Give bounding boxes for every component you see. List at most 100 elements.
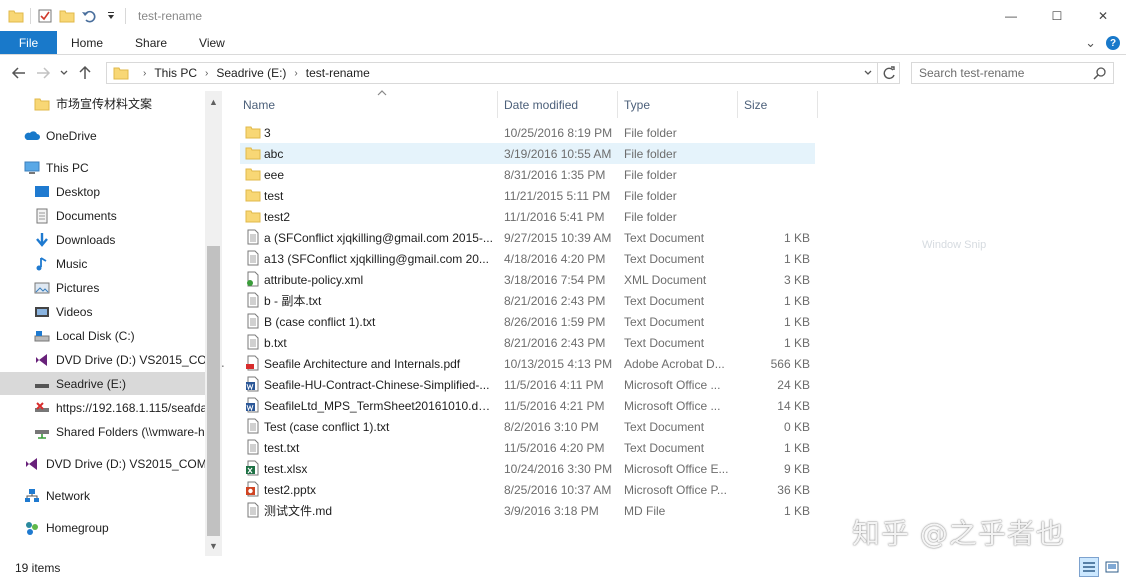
file-row[interactable]: Seafile Architecture and Internals.pdf 10… bbox=[240, 353, 814, 374]
column-header-size[interactable]: Size bbox=[738, 91, 818, 118]
file-type: Text Document bbox=[624, 314, 705, 329]
file-row[interactable]: B (case conflict 1).txt 8/26/2016 1:59 PM… bbox=[240, 311, 814, 332]
minimize-button[interactable]: — bbox=[988, 0, 1034, 31]
nav-item-marketing-folder[interactable]: 市场宣传材料文案 bbox=[34, 92, 152, 115]
nav-item-dvd-drive-root[interactable]: DVD Drive (D:) VS2015_COM_E bbox=[24, 452, 205, 475]
file-row[interactable]: 3 10/25/2016 8:19 PM File folder bbox=[240, 122, 814, 143]
nav-item-seadrive[interactable]: Seadrive (E:) bbox=[0, 372, 205, 395]
file-row[interactable]: test2 11/1/2016 5:41 PM File folder bbox=[240, 206, 814, 227]
undo-icon[interactable] bbox=[81, 8, 97, 24]
search-icon[interactable] bbox=[1093, 66, 1107, 83]
nav-item-dvd-drive[interactable]: DVD Drive (D:) VS2015_COM_ bbox=[34, 348, 223, 371]
nav-item-label: DVD Drive (D:) VS2015_COM_ bbox=[56, 352, 224, 367]
file-row[interactable]: Seafile-HU-Contract-Chinese-Simplified-.… bbox=[240, 374, 814, 395]
breadcrumb-this-pc[interactable]: This PC bbox=[154, 66, 197, 80]
file-row[interactable]: attribute-policy.xml 3/18/2016 7:54 PM XML… bbox=[240, 269, 814, 290]
recent-locations-button[interactable] bbox=[55, 61, 73, 85]
file-row[interactable]: test 11/21/2015 5:11 PM File folder bbox=[240, 185, 814, 206]
details-view-button[interactable] bbox=[1079, 557, 1099, 577]
file-row[interactable]: a13 (SFConflict xjqkilling@gmail.com 20.… bbox=[240, 248, 814, 269]
help-icon[interactable]: ? bbox=[1106, 36, 1120, 50]
breadcrumb-test-rename[interactable]: test-rename bbox=[306, 66, 370, 80]
file-date-modified: 8/21/2016 2:43 PM bbox=[504, 293, 606, 308]
new-folder-icon[interactable] bbox=[59, 8, 75, 24]
file-date-modified: 10/25/2016 8:19 PM bbox=[504, 125, 613, 140]
nav-item-onedrive[interactable]: OneDrive bbox=[24, 124, 97, 147]
file-row[interactable]: eee 8/31/2016 1:35 PM File folder bbox=[240, 164, 814, 185]
file-date-modified: 9/27/2015 10:39 AM bbox=[504, 230, 612, 245]
text-file-icon bbox=[245, 313, 261, 329]
nav-item-shared-folders[interactable]: Shared Folders (\\vmware-host bbox=[34, 420, 205, 443]
nav-item-this-pc[interactable]: This PC bbox=[24, 156, 89, 179]
up-button[interactable] bbox=[73, 61, 97, 85]
file-size: 1 KB bbox=[783, 230, 810, 245]
nav-item-downloads[interactable]: Downloads bbox=[34, 228, 115, 251]
column-header-date[interactable]: Date modified bbox=[498, 91, 618, 118]
file-row[interactable]: abc 3/19/2016 10:55 AM File folder bbox=[240, 143, 815, 164]
address-history-dropdown[interactable] bbox=[859, 63, 877, 83]
nav-item-desktop[interactable]: Desktop bbox=[34, 180, 100, 203]
file-row[interactable]: 测试文件.md 3/9/2016 3:18 PM MD File 1 KB bbox=[240, 500, 814, 521]
file-row[interactable]: SeafileLtd_MPS_TermSheet20161010.docx 11/… bbox=[240, 395, 814, 416]
column-header-type[interactable]: Type bbox=[618, 91, 738, 118]
search-input[interactable] bbox=[919, 66, 1089, 80]
file-type: File folder bbox=[624, 188, 677, 203]
navigation-pane: 市场宣传材料文案 OneDrive This PC Desktop Docume… bbox=[0, 91, 223, 556]
search-box[interactable] bbox=[911, 62, 1114, 84]
navigation-pane-scrollbar[interactable]: ▲ ▼ bbox=[205, 91, 222, 556]
maximize-button[interactable]: ☐ bbox=[1034, 0, 1080, 31]
file-name: 测试文件.md bbox=[264, 504, 333, 518]
forward-button[interactable] bbox=[31, 61, 55, 85]
nav-item-documents[interactable]: Documents bbox=[34, 204, 117, 227]
text-file-icon bbox=[245, 250, 261, 266]
address-bar[interactable]: › This PC › Seadrive (E:) › test-rename bbox=[106, 62, 900, 84]
customize-quick-access-icon[interactable] bbox=[103, 8, 119, 24]
file-row[interactable]: test.txt 11/5/2016 4:20 PM Text Document 1 … bbox=[240, 437, 814, 458]
up-arrow-icon bbox=[79, 65, 91, 79]
breadcrumb-separator[interactable]: › bbox=[205, 68, 208, 79]
text-file-icon bbox=[245, 418, 261, 434]
column-header-name[interactable]: Name bbox=[237, 90, 498, 118]
file-date-modified: 8/2/2016 3:10 PM bbox=[504, 419, 599, 434]
close-button[interactable]: ✕ bbox=[1080, 0, 1126, 31]
tab-view[interactable]: View bbox=[183, 31, 241, 54]
nav-item-music[interactable]: Music bbox=[34, 252, 87, 275]
scroll-down-arrow-icon[interactable]: ▼ bbox=[205, 537, 222, 554]
nav-item-label: Documents bbox=[56, 208, 117, 223]
tab-share[interactable]: Share bbox=[119, 31, 183, 54]
file-row[interactable]: b.txt 8/21/2016 2:43 PM Text Document 1 KB bbox=[240, 332, 814, 353]
nav-item-local-disk[interactable]: Local Disk (C:) bbox=[34, 324, 135, 347]
file-name: B (case conflict 1).txt bbox=[264, 314, 376, 329]
large-icons-view-button[interactable] bbox=[1102, 557, 1122, 577]
nav-item-homegroup[interactable]: Homegroup bbox=[24, 516, 109, 539]
nav-item-pictures[interactable]: Pictures bbox=[34, 276, 99, 299]
file-row[interactable]: test2.pptx 8/25/2016 10:37 AM Microsoft Of… bbox=[240, 479, 814, 500]
scroll-up-arrow-icon[interactable]: ▲ bbox=[205, 93, 222, 110]
file-row[interactable]: b - 副本.txt 8/21/2016 2:43 PM Text Document… bbox=[240, 290, 814, 311]
breadcrumb-seadrive[interactable]: Seadrive (E:) bbox=[216, 66, 286, 80]
file-date-modified: 11/21/2015 5:11 PM bbox=[504, 188, 611, 203]
properties-icon[interactable] bbox=[37, 8, 53, 24]
file-row[interactable]: Test (case conflict 1).txt 8/2/2016 3:10 … bbox=[240, 416, 814, 437]
breadcrumb-separator[interactable]: › bbox=[143, 68, 146, 79]
nav-item-label: Shared Folders (\\vmware-host bbox=[56, 424, 205, 439]
refresh-button[interactable] bbox=[877, 63, 899, 83]
expand-ribbon-icon[interactable]: ⌄ bbox=[1085, 35, 1096, 51]
file-date-modified: 11/5/2016 4:11 PM bbox=[504, 377, 604, 392]
file-type: Text Document bbox=[624, 440, 705, 455]
nav-item-videos[interactable]: Videos bbox=[34, 300, 92, 323]
file-row[interactable]: a (SFConflict xjqkilling@gmail.com 2015-… bbox=[240, 227, 814, 248]
file-name: a13 (SFConflict xjqkilling@gmail.com 20.… bbox=[264, 251, 489, 266]
nav-item-webdav[interactable]: https://192.168.1.115/seafdav bbox=[34, 396, 205, 419]
view-switcher bbox=[1079, 557, 1122, 577]
nav-item-label: Videos bbox=[56, 304, 93, 319]
tab-file[interactable]: File bbox=[0, 31, 57, 54]
file-date-modified: 8/26/2016 1:59 PM bbox=[504, 314, 606, 329]
breadcrumb-separator[interactable]: › bbox=[294, 68, 297, 79]
file-size: 36 KB bbox=[777, 482, 810, 497]
nav-item-network[interactable]: Network bbox=[24, 484, 90, 507]
scrollbar-thumb[interactable] bbox=[207, 246, 220, 536]
back-button[interactable] bbox=[7, 61, 31, 85]
file-row[interactable]: test.xlsx 10/24/2016 3:30 PM Microsoft Off… bbox=[240, 458, 814, 479]
tab-home[interactable]: Home bbox=[57, 31, 119, 54]
